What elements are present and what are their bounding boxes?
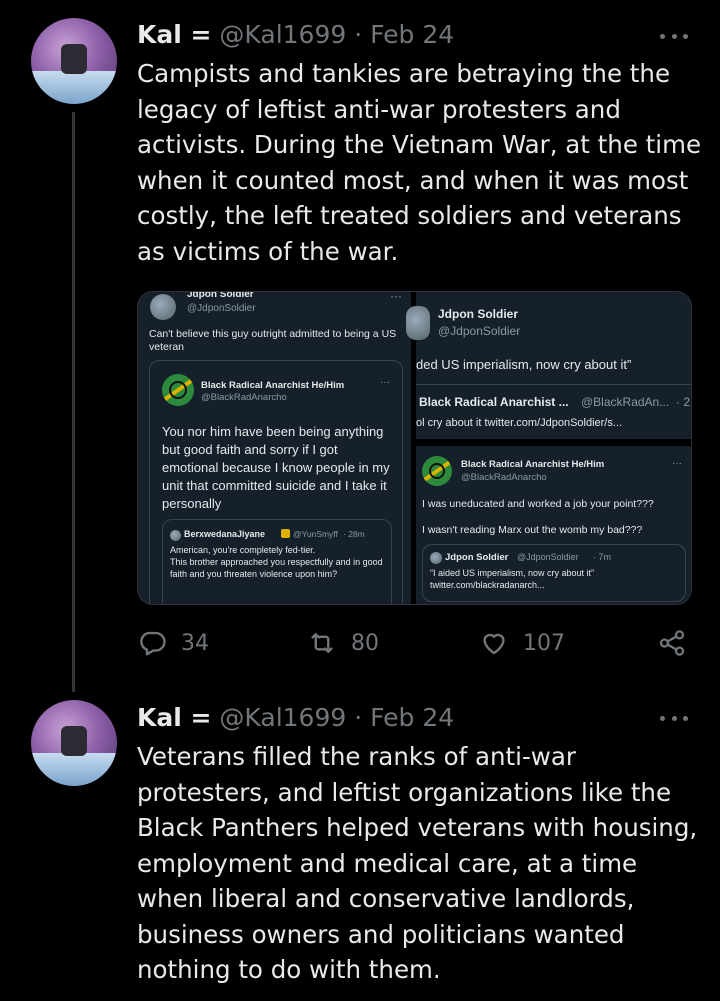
author-handle: @BlackRadAn... (581, 395, 670, 409)
avatar[interactable] (31, 700, 117, 786)
post-actions: 34 80 107 (137, 625, 690, 661)
screenshot-left: Jdpon Soldier @JdponSoldier ··· Can't be… (138, 292, 411, 604)
tweet-text: American, you're completely fed-tier. Th… (170, 545, 383, 579)
handle[interactable]: @Kal1699 (219, 20, 346, 49)
author-handle: @YunSmyff (293, 529, 338, 539)
more-icon: ··· (672, 458, 682, 469)
post-header: Kal = @Kal1699 · Feb 24 (137, 703, 455, 732)
handle[interactable]: @Kal1699 (219, 703, 346, 732)
screenshot-right: Jdpon Soldier @JdponSoldier ded US imper… (406, 292, 691, 604)
avatar (422, 456, 452, 486)
author-name: Black Radical Anarchist He/Him (201, 380, 345, 391)
tweet-text: ded US imperialism, now cry about it” (416, 357, 632, 372)
like-button[interactable]: 107 (479, 625, 565, 661)
avatar (406, 306, 430, 340)
post-header: Kal = @Kal1699 · Feb 24 (137, 20, 455, 49)
repost-button[interactable]: 80 (307, 625, 379, 661)
author-name: Jdpon Soldier (445, 552, 509, 563)
more-icon[interactable] (660, 713, 688, 723)
more-icon[interactable] (660, 31, 688, 41)
tweet-text: Can't believe this guy outright admitted… (149, 328, 397, 353)
repost-count: 80 (351, 630, 379, 656)
post-date[interactable]: Feb 24 (370, 703, 454, 732)
post-media-image[interactable]: Jdpon Soldier @JdponSoldier ··· Can't be… (137, 291, 692, 605)
tweet-text: “I aided US imperialism, now cry about i… (430, 568, 595, 590)
quoted-tweet: BerxwedanaJiyane @YunSmyff · 28m America… (162, 519, 392, 604)
author-handle: @BlackRadAnarcho (201, 392, 287, 403)
tweet-text: I wasn't reading Marx out the womb my ba… (422, 524, 643, 536)
author-name: Black Radical Anarchist ... (419, 395, 569, 409)
reply-count: 34 (181, 630, 209, 656)
tweet-time: · 28m (343, 529, 365, 539)
tweet-text: You nor him have been being anything but… (162, 424, 390, 511)
tweet-text: I was uneducated and worked a job your p… (422, 498, 654, 510)
author-handle: @JdponSoldier (438, 324, 521, 338)
share-button[interactable] (657, 625, 687, 661)
author-name: Jdpon Soldier (438, 307, 519, 321)
quoted-tweet: Black Radical Anarchist He/Him @BlackRad… (149, 360, 403, 604)
author-handle: @JdponSoldier (187, 303, 256, 314)
author-name: BerxwedanaJiyane (184, 529, 266, 539)
author-name: Jdpon Soldier (187, 291, 254, 300)
share-icon (659, 630, 685, 656)
more-icon: ··· (390, 291, 402, 303)
author-handle: @BlackRadAnarcho (461, 472, 547, 483)
author-name: Black Radical Anarchist He/Him (461, 459, 605, 470)
post-text: Campists and tankies are betraying the t… (137, 59, 702, 266)
display-name[interactable]: Kal = (137, 20, 211, 49)
more-icon: ··· (380, 377, 390, 388)
post-text: Veterans filled the ranks of anti-war pr… (137, 742, 698, 984)
like-count: 107 (523, 630, 565, 656)
reply-icon (140, 631, 166, 656)
avatar (150, 294, 176, 320)
avatar (170, 530, 181, 541)
avatar (430, 552, 442, 564)
post-date[interactable]: Feb 24 (370, 20, 454, 49)
repost-icon (311, 633, 333, 653)
badge-icon (281, 529, 290, 538)
avatar[interactable] (31, 18, 117, 104)
quoted-tweet: Jdpon Soldier @JdponSoldier · 7m “I aide… (422, 544, 686, 602)
tweet-time: · 7m (593, 552, 611, 562)
display-name[interactable]: Kal = (137, 703, 211, 732)
tweet-time: · 2 (676, 395, 691, 409)
avatar (162, 374, 194, 406)
author-handle: @JdponSoldier (517, 552, 579, 562)
thread-connector-line (72, 112, 75, 692)
reply-button[interactable]: 34 (137, 625, 209, 661)
tweet-text: ol cry about it twitter.com/JdponSoldier… (416, 417, 623, 429)
like-icon (483, 633, 505, 655)
